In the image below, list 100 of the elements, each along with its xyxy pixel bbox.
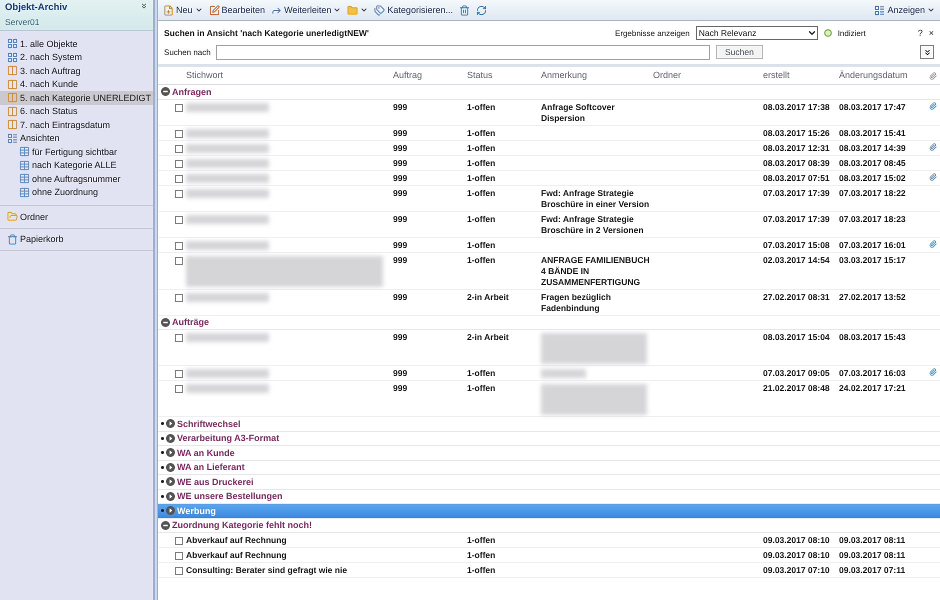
table-cell-text: 1-offen [467, 254, 496, 266]
toolbar-button[interactable]: Kategorisieren... [372, 4, 455, 16]
group-header[interactable]: Verarbeitung A3-Format [158, 432, 940, 446]
column-heading[interactable]: Ordner [653, 70, 763, 81]
search-field[interactable] [216, 44, 710, 60]
table-row[interactable]: 999 1-offen 08.03.2017 08:39 08.03.2017 08:45 [158, 156, 940, 170]
table-row[interactable]: 999 1-offen 08.03.2017 15:26 08.03.2017 15:41 [158, 126, 940, 140]
group-header[interactable]: WA an Kunde [158, 446, 940, 460]
table-row[interactable]: 999 1-offen Fwd: Anfrage Strategie Broschüre in einer Version 07.03.2017 17:39 07.03.2017 18:22 [158, 186, 940, 212]
checkbox[interactable] [175, 216, 183, 224]
table-row[interactable]: 999 1-offen 08.03.2017 12:31 08.03.2017 14:39 [158, 140, 940, 156]
search-button[interactable]: Suchen [716, 45, 763, 59]
sidebar-item[interactable]: Ordner [0, 210, 153, 224]
table-row[interactable]: 999 1-offen ANFRAGE FAMILIENBUCH 4 BÄNDE IN ZUSAMMENFERTIGUNG 02.03.2017 14:54 03.03.2017 15:17 [158, 252, 940, 290]
folder-icon [347, 4, 358, 16]
table-cell-text: 999 [393, 368, 408, 379]
table-row[interactable]: 999 1-offen 08.03.2017 07:51 08.03.2017 15:02 [158, 170, 940, 186]
group-header[interactable]: WE aus Druckerei [158, 475, 940, 490]
checkbox[interactable] [175, 256, 183, 264]
checkbox[interactable] [175, 334, 183, 342]
checkbox[interactable] [175, 294, 183, 302]
checkbox[interactable] [175, 385, 183, 393]
view-button[interactable]: Anzeigen [872, 4, 937, 16]
table-icon [19, 173, 30, 184]
sidebar-item[interactable]: ohne Zuordnung [0, 186, 153, 199]
sidebar-item[interactable]: 5. nach Kategorie UNERLEDIGT [0, 91, 153, 104]
table-row[interactable]: 999 2-in Arbeit 08.03.2017 15:04 08.03.2017 15:43 [158, 330, 940, 366]
toolbar-button[interactable]: Weiterleiten [269, 4, 344, 16]
group-label: WE unsere Bestellungen [177, 491, 283, 502]
close-button[interactable]: × [928, 28, 934, 38]
checkbox[interactable] [175, 104, 183, 112]
checkbox[interactable] [175, 160, 183, 168]
collapse-icon[interactable] [161, 520, 170, 530]
checkbox[interactable] [175, 190, 183, 198]
sidebar-item[interactable]: 6. nach Status [0, 104, 153, 118]
column-heading[interactable]: Änderungsdatum [839, 70, 929, 81]
table-cell-text: 08.03.2017 15:43 [839, 332, 907, 343]
toolbar-button[interactable]: Bearbeiten [206, 4, 268, 16]
table-row[interactable]: Consulting: Berater sind gefragt wie nie 1-offen 09.03.2017 07:10 09.03.2017 07:11 [158, 563, 940, 578]
help-button[interactable]: ? [918, 28, 923, 38]
toolbar-button[interactable]: Neu [161, 4, 205, 16]
checkbox[interactable] [175, 174, 183, 182]
checkbox[interactable] [175, 567, 183, 575]
table-row[interactable]: 999 1-offen Anfrage Softcover Dispersion 08.03.2017 17:38 08.03.2017 17:47 [158, 100, 940, 126]
sidebar-item[interactable]: ohne Auftragsnummer [0, 172, 153, 186]
table-cell-text: 09.03.2017 07:10 [763, 565, 831, 576]
sidebar-item[interactable]: für Fertigung sichtbar [0, 145, 153, 158]
table-row[interactable]: 999 1-offen Fwd: Anfrage Strategie Broschüre in 2 Versionen 07.03.2017 17:39 07.03.2017 18:23 [158, 212, 940, 238]
checkbox[interactable] [175, 130, 183, 138]
expand-icon[interactable] [166, 477, 175, 486]
sidebar-item[interactable]: nach Kategorie ALLE [0, 158, 153, 172]
expand-icon[interactable] [166, 506, 175, 516]
group-header[interactable]: Aufträge [158, 316, 940, 330]
expand-icon[interactable] [166, 492, 175, 501]
sidebar-item[interactable]: 4. nach Kunde [0, 78, 153, 91]
table-row[interactable]: Abverkauf auf Rechnung 1-offen 09.03.2017 08:10 09.03.2017 08:11 [158, 533, 940, 548]
sidebar-item[interactable]: Papierkorb [0, 232, 153, 246]
column-heading[interactable]: Anmerkung [541, 70, 653, 81]
checkbox[interactable] [175, 552, 183, 560]
sidebar-item[interactable]: 7. nach Eintragsdatum [0, 118, 153, 132]
column-heading[interactable]: Stichwort [186, 70, 393, 81]
column-heading[interactable]: Auftrag [393, 70, 467, 81]
table-row[interactable]: 999 1-offen 07.03.2017 15:08 07.03.2017 16:01 [158, 238, 940, 252]
sidebar-item[interactable]: 3. nach Auftrag [0, 64, 153, 78]
table-row[interactable]: 999 1-offen 07.03.2017 09:05 07.03.2017 16:03 [158, 366, 940, 381]
checkbox[interactable] [175, 242, 183, 250]
group-header[interactable]: Zuordnung Kategorie fehlt noch! [158, 518, 940, 533]
expand-icon[interactable] [166, 434, 175, 443]
expand-icon[interactable] [166, 462, 175, 472]
group-header[interactable]: WE unsere Bestellungen [158, 490, 940, 504]
group-header[interactable]: WA an Lieferant [158, 460, 940, 475]
table-cell-text: Abverkauf auf Rechnung [186, 550, 288, 561]
expand-icon[interactable] [166, 448, 175, 458]
table-cell-text: 08.03.2017 08:39 [763, 158, 831, 168]
table-cell-text: Fwd: Anfrage Strategie Broschüre in 2 Versionen [541, 214, 645, 236]
table-cell-text: 1-offen [467, 214, 496, 224]
attachment-icon [929, 72, 937, 80]
group-header[interactable]: Anfragen [158, 85, 940, 100]
expand-button[interactable] [920, 45, 934, 59]
collapse-icon[interactable] [161, 87, 170, 96]
checkbox[interactable] [175, 537, 183, 545]
expand-icon[interactable] [166, 419, 175, 428]
sort-dropdown[interactable]: Nach Relevanz [696, 26, 818, 40]
checkbox[interactable] [175, 144, 183, 152]
column-heading[interactable]: Status [467, 70, 541, 81]
collapse-icon[interactable] [140, 2, 148, 10]
sidebar-item[interactable]: 1. alle Objekte [0, 37, 153, 50]
checkbox[interactable] [175, 370, 183, 378]
group-label: WA an Kunde [177, 448, 235, 458]
sidebar-item[interactable]: 2. nach System [0, 50, 153, 64]
column-heading[interactable]: erstellt [763, 70, 839, 81]
table-cell-text: 1-offen [467, 368, 496, 379]
table-cell-text: 2-in Arbeit [467, 292, 510, 302]
sidebar-item[interactable]: Ansichten [0, 132, 153, 145]
table-row[interactable]: Abverkauf auf Rechnung 1-offen 09.03.2017 08:10 09.03.2017 08:11 [158, 548, 940, 563]
group-header[interactable]: Schriftwechsel [158, 417, 940, 432]
collapse-icon[interactable] [161, 318, 170, 327]
table-cell-text: 08.03.2017 17:47 [839, 102, 907, 112]
group-label: Werbung [177, 506, 216, 516]
table-icon [19, 146, 30, 158]
